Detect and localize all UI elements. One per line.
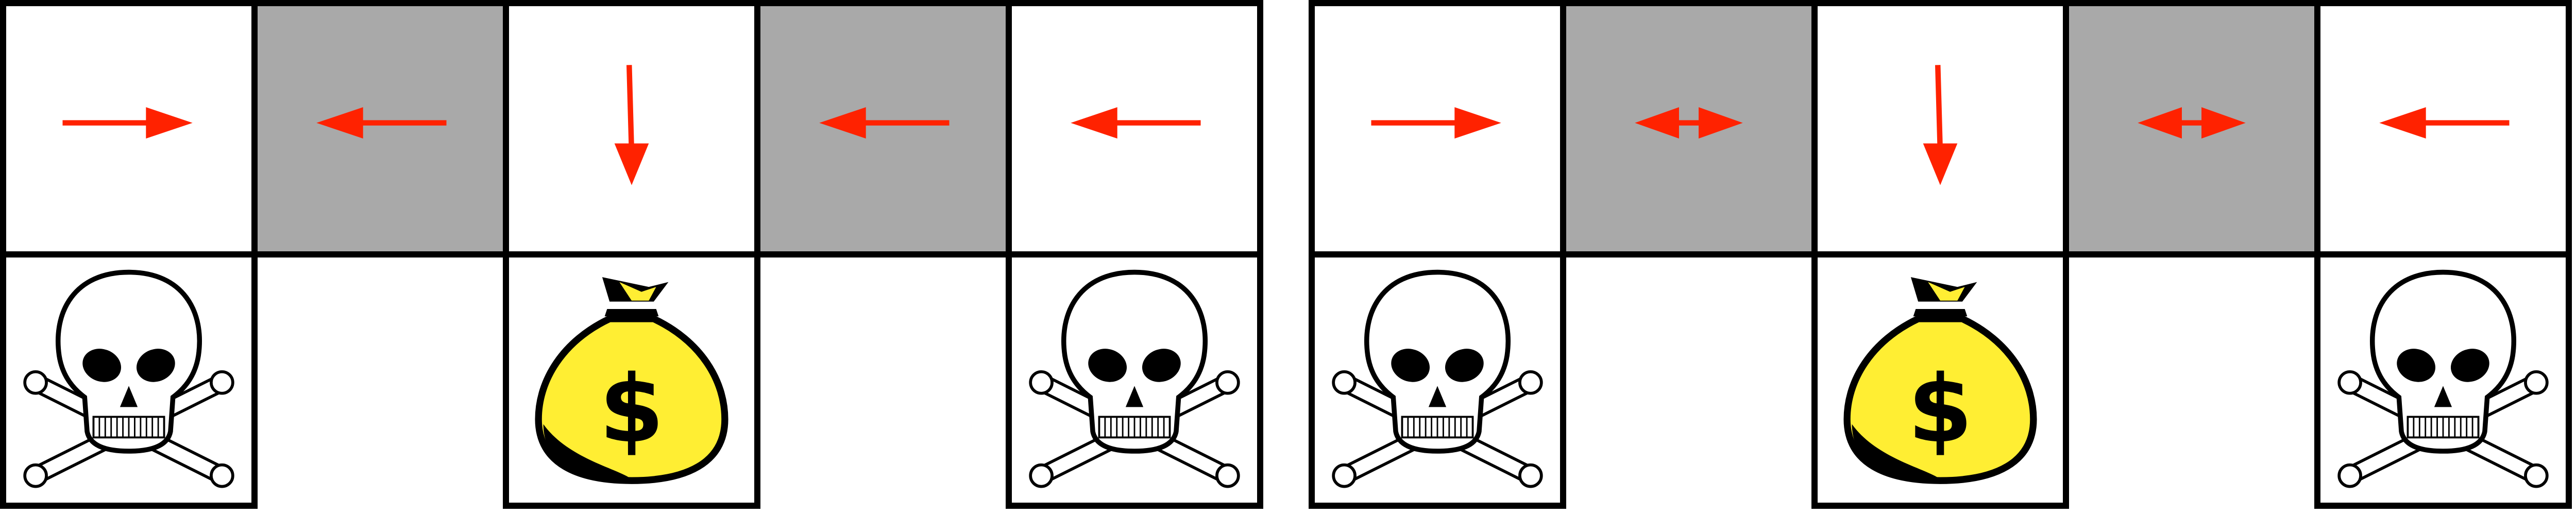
grid-cell-bottom-1 (1309, 251, 1566, 509)
skull-crossbones-icon (1029, 269, 1240, 488)
grid-cell-top-5 (1006, 0, 1263, 258)
arrow-left-right-icon (1635, 107, 1743, 139)
grid-cell-bottom-5 (1006, 251, 1263, 509)
skull-crossbones-icon (2337, 269, 2549, 488)
grid-cell-top-3 (1811, 0, 2069, 258)
grid-cell-top-5 (2314, 0, 2572, 258)
grid-cell-top-2 (1560, 0, 1818, 258)
grid-cell-top-2 (251, 0, 509, 258)
svg-text:$: $ (599, 355, 664, 464)
money-bag-icon: $ (535, 277, 728, 484)
grid-cell-top-1 (0, 0, 258, 258)
grid-cell-top-3 (503, 0, 760, 258)
grid-cell-top-4 (754, 0, 1012, 258)
grid-cell-bottom-5 (2314, 251, 2572, 509)
grid-cell-bottom-3: $ (1811, 251, 2069, 509)
arrow-left-icon (1071, 107, 1201, 139)
arrow-left-icon (819, 107, 950, 139)
arrow-right-icon (62, 107, 193, 139)
arrow-left-icon (2379, 107, 2510, 139)
skull-crossbones-icon (23, 269, 234, 488)
grid-cell-top-1 (1309, 0, 1566, 258)
arrow-right-icon (1371, 107, 1501, 139)
arrow-left-icon (316, 107, 447, 139)
arrow-down-icon (1923, 65, 1958, 185)
grid-cell-bottom-1 (0, 251, 258, 509)
money-bag-icon: $ (1843, 277, 2037, 484)
grid-cell-top-4 (2063, 0, 2320, 258)
skull-crossbones-icon (1332, 269, 1543, 488)
grid-cell-bottom-3: $ (503, 251, 760, 509)
svg-text:$: $ (1908, 355, 1973, 464)
arrow-down-icon (614, 65, 649, 185)
arrow-left-right-icon (2138, 107, 2246, 139)
